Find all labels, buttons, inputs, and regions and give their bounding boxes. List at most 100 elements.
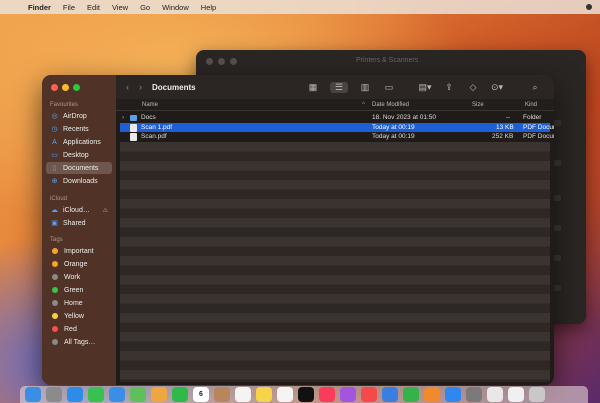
menu-edit[interactable]: Edit (81, 3, 106, 12)
chrome-icon[interactable] (487, 387, 503, 402)
sidebar-tag-item[interactable]: Home (46, 297, 112, 309)
finder-window[interactable]: Favourites ◎ AirDrop ◷ Recents A Applicatio… (42, 75, 554, 385)
sidebar-item-desktop[interactable]: ▭ Desktop (46, 149, 112, 161)
tag-icon[interactable]: ◇ (466, 82, 480, 93)
gallery-view-button[interactable]: ▭ (382, 82, 396, 93)
menu-go[interactable]: Go (134, 3, 156, 12)
sidebar-tag-item[interactable]: Yellow (46, 310, 112, 322)
sidebar: Favourites ◎ AirDrop ◷ Recents A Applicatio… (42, 75, 116, 385)
calendar-icon[interactable]: 6 (193, 387, 209, 402)
contacts-icon[interactable] (214, 387, 230, 402)
sidebar-tag-item[interactable]: Orange (46, 258, 112, 270)
finder-icon[interactable] (25, 387, 41, 402)
safari-icon[interactable] (67, 387, 83, 402)
textedit-icon[interactable] (508, 387, 524, 402)
podcasts-icon[interactable] (340, 387, 356, 402)
keynote-icon[interactable] (382, 387, 398, 402)
trash-icon[interactable] (529, 387, 545, 402)
menu-file[interactable]: File (57, 3, 81, 12)
disclosure-triangle-icon[interactable]: › (122, 114, 124, 121)
file-date: Today at 00:19 (372, 133, 415, 140)
menu-view[interactable]: View (106, 3, 134, 12)
menubar-status (586, 4, 600, 10)
maps-icon[interactable] (130, 387, 146, 402)
document-icon: ▯ (52, 165, 57, 172)
news-icon[interactable] (361, 387, 377, 402)
launchpad-icon[interactable] (46, 387, 62, 402)
facetime-icon[interactable] (172, 387, 188, 402)
close-button[interactable] (51, 84, 58, 91)
col-name[interactable]: Name (142, 102, 158, 108)
reminders-icon[interactable] (235, 387, 251, 402)
tag-color-icon (52, 287, 58, 293)
back-button[interactable]: ‹ (126, 82, 129, 92)
file-size: 13 KB (496, 123, 514, 131)
forward-button[interactable]: › (139, 82, 142, 92)
tv-icon[interactable] (298, 387, 314, 402)
tag-color-icon (52, 326, 58, 332)
menu-window[interactable]: Window (156, 3, 195, 12)
table-row[interactable]: Scan 1.pdf Today at 00:19 13 KB PDF Docu… (120, 122, 554, 132)
search-icon[interactable]: ⌕ (528, 82, 542, 93)
file-kind: PDF Document (523, 123, 554, 131)
messages-icon[interactable] (88, 387, 104, 402)
sidebar-item-airdrop[interactable]: ◎ AirDrop (46, 110, 112, 122)
tag-label: Home (64, 299, 83, 307)
share-icon[interactable]: ⇪ (442, 82, 456, 93)
photos-icon[interactable] (151, 387, 167, 402)
sidebar-tag-item[interactable]: Red (46, 323, 112, 335)
col-date[interactable]: Date Modified (372, 102, 409, 108)
tag-color-icon (52, 261, 58, 267)
tag-color-icon (52, 300, 58, 306)
minimize-button[interactable] (62, 84, 69, 91)
col-kind[interactable]: Kind (525, 102, 537, 108)
menu-finder[interactable]: Finder (22, 3, 57, 12)
sidebar-section-tags: Tags (50, 237, 63, 243)
sidebar-item-icloud-drive[interactable]: ☁ iCloud… ⚠ (46, 204, 112, 216)
list-view-button[interactable]: ☰ (330, 81, 348, 93)
freeform-icon[interactable] (277, 387, 293, 402)
zoom-button[interactable] (73, 84, 80, 91)
tag-color-icon (52, 339, 58, 345)
file-kind: PDF Document (523, 133, 554, 140)
column-header: Name ^ Date Modified Size Kind (116, 99, 554, 111)
more-actions-button[interactable]: ⊙▾ (490, 82, 504, 93)
pdf-file-icon (130, 133, 137, 141)
tag-label: Green (64, 286, 84, 294)
sidebar-item-recents[interactable]: ◷ Recents (46, 123, 112, 135)
file-name: Docs (141, 114, 156, 121)
music-icon[interactable] (319, 387, 335, 402)
icon-view-button[interactable]: ▦ (306, 82, 320, 93)
notes-icon[interactable] (256, 387, 272, 402)
mail-icon[interactable] (109, 387, 125, 402)
sidebar-item-documents[interactable]: ▯ Documents (46, 162, 112, 174)
group-by-button[interactable]: ▤▾ (418, 82, 432, 93)
file-kind: Folder (523, 114, 542, 121)
sidebar-tag-item[interactable]: Green (46, 284, 112, 296)
sidebar-tag-item[interactable]: Work (46, 271, 112, 283)
numbers-icon[interactable] (403, 387, 419, 402)
desktop-icon: ▭ (51, 152, 58, 159)
table-row[interactable]: › Docs 18. Nov 2023 at 01:50 -- Folder (120, 113, 550, 123)
sort-chevron-icon: ^ (362, 102, 365, 108)
pages-icon[interactable] (424, 387, 440, 402)
sidebar-tag-item[interactable]: All Tags… (46, 336, 112, 348)
download-icon: ⊕ (51, 178, 58, 185)
bg-window-title: Printers & Scanners (356, 57, 419, 64)
sidebar-item-downloads[interactable]: ⊕ Downloads (46, 175, 112, 187)
settings-icon[interactable] (466, 387, 482, 402)
sidebar-section-icloud: iCloud (50, 196, 68, 202)
tag-color-icon (52, 248, 58, 254)
menu-help[interactable]: Help (195, 3, 222, 12)
table-row[interactable]: Scan.pdf Today at 00:19 252 KB PDF Docum… (120, 132, 554, 142)
sidebar-tag-item[interactable]: Important (46, 245, 112, 257)
col-size[interactable]: Size (472, 102, 484, 108)
appstore-icon[interactable] (445, 387, 461, 402)
tag-label: Red (64, 325, 77, 333)
pdf-file-icon (130, 123, 137, 132)
sidebar-item-applications[interactable]: A Applications (46, 136, 112, 148)
sidebar-item-shared[interactable]: ▣ Shared (46, 217, 112, 229)
tag-label: Yellow (64, 312, 84, 320)
control-center-icon[interactable] (586, 4, 592, 10)
column-view-button[interactable]: ▥ (358, 82, 372, 93)
